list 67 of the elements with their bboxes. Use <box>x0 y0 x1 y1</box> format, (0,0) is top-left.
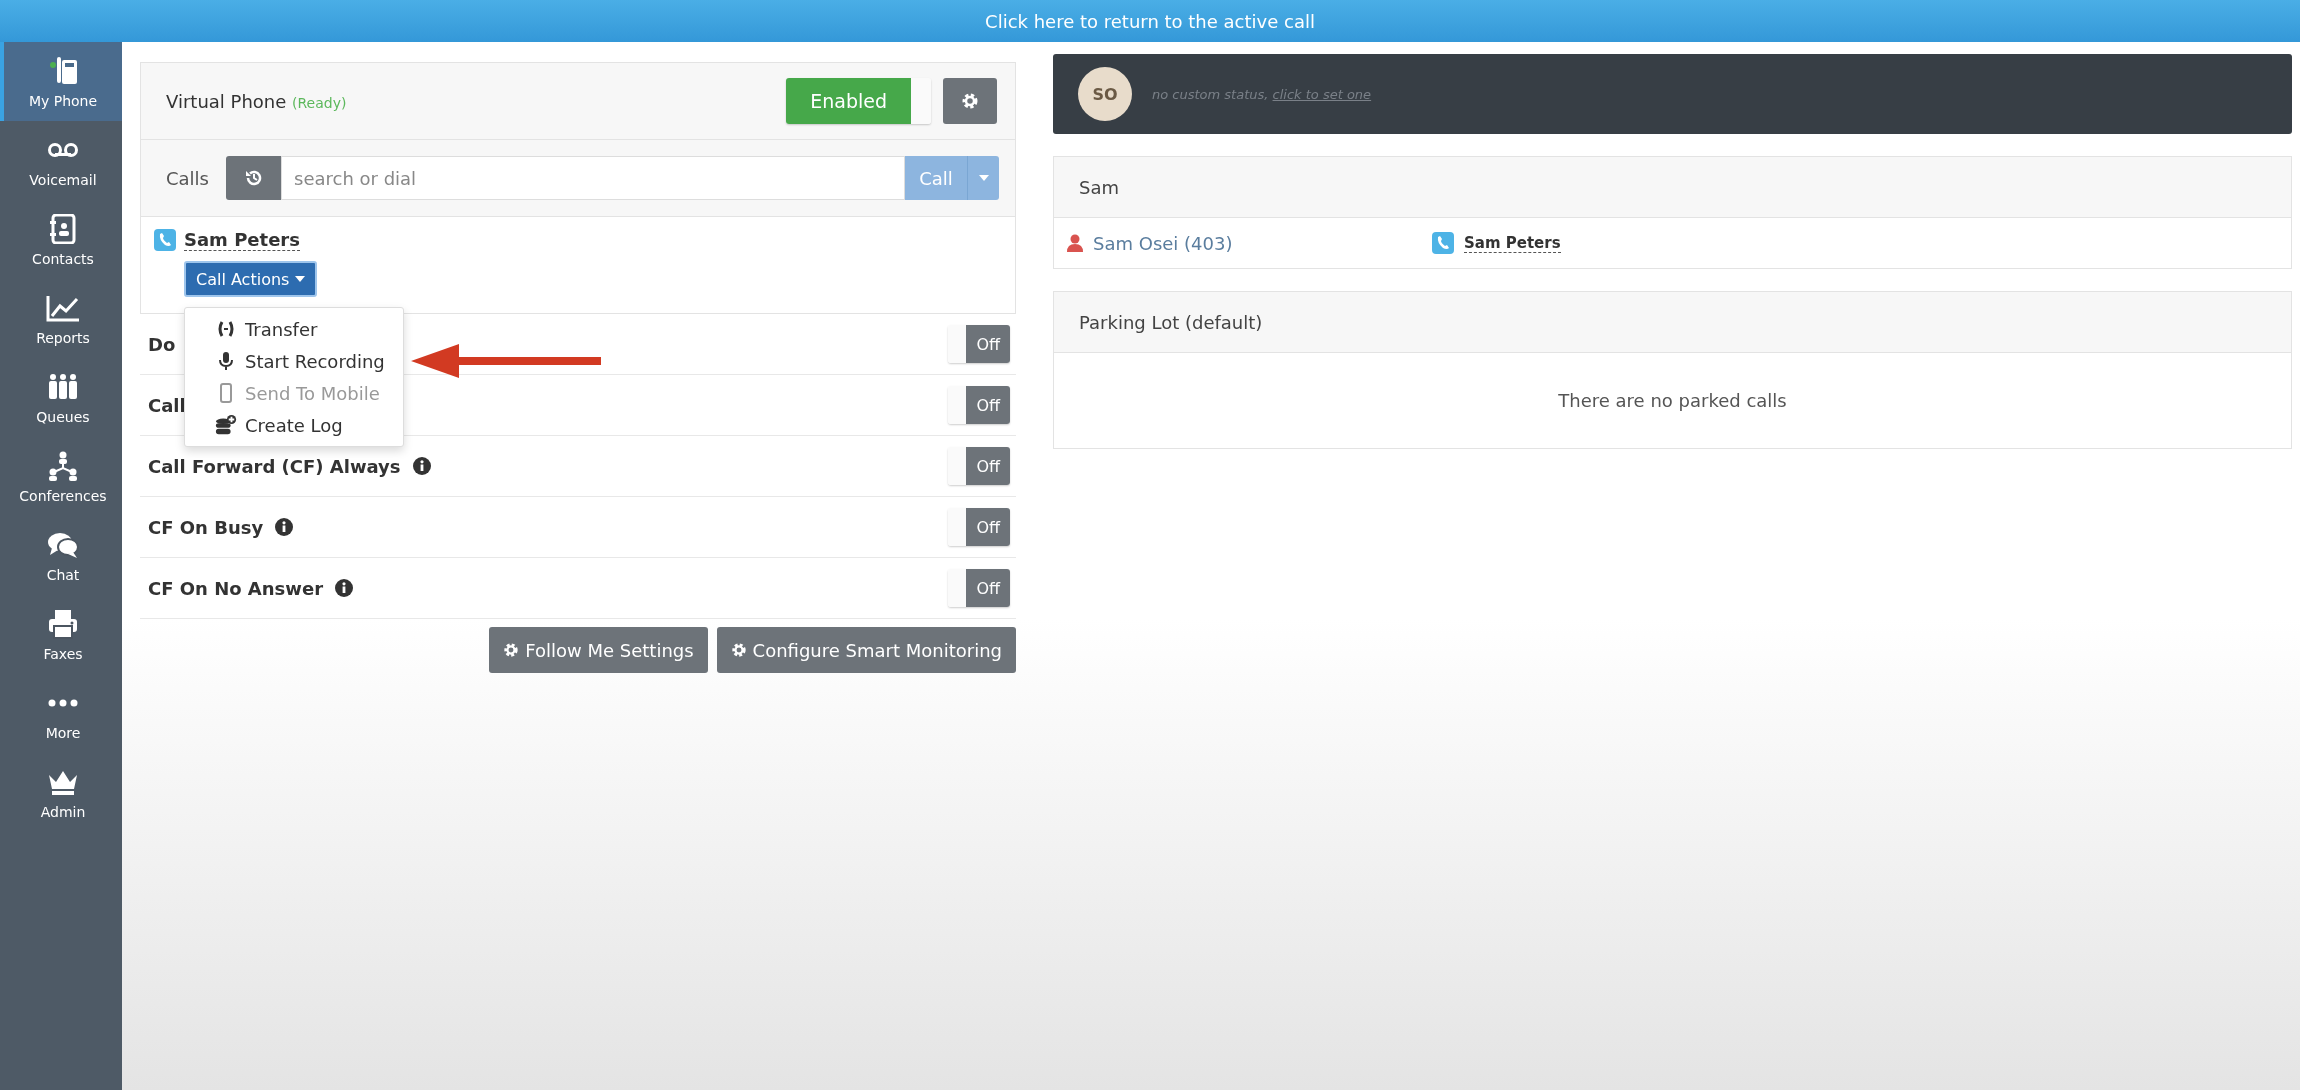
toggle-knob[interactable] <box>948 325 967 363</box>
menu-item[interactable]: Create Log <box>185 409 403 441</box>
microphone-icon <box>219 351 233 371</box>
toggle-knob[interactable] <box>948 386 967 424</box>
phone-icon <box>154 229 176 251</box>
toggle-knob[interactable] <box>948 447 967 485</box>
settings-button[interactable] <box>943 78 997 124</box>
desk-phone-icon <box>48 54 78 87</box>
member-link[interactable]: Sam Osei (403) <box>1093 232 1233 254</box>
toggle-knob[interactable] <box>948 508 967 546</box>
setting-label: Call Forward (CF) Always <box>148 455 401 477</box>
setting-toggle[interactable]: Off <box>966 569 1010 607</box>
setting-label: Call <box>148 394 186 416</box>
caller-name[interactable]: Sam Peters <box>1464 233 1561 253</box>
chat-icon <box>47 530 79 559</box>
sidebar-item[interactable]: Conferences <box>0 437 122 516</box>
setting-toggle[interactable]: Off <box>966 325 1010 363</box>
parking-title: Parking Lot (default) <box>1054 292 2291 353</box>
sidebar-item[interactable]: My Phone <box>0 42 122 121</box>
settings-action-button[interactable]: Configure Smart Monitoring <box>716 627 1016 673</box>
setting-toggle[interactable]: Off <box>966 447 1010 485</box>
setting-toggle[interactable]: Off <box>966 508 1010 546</box>
sidebar-item[interactable]: Reports <box>0 279 122 358</box>
mobile-icon <box>220 383 232 403</box>
address-book-icon <box>50 213 76 244</box>
group-title: Sam <box>1054 157 2291 218</box>
gear-icon <box>730 642 747 658</box>
search-or-dial-field[interactable]: search or dial <box>281 156 905 200</box>
database-plus-icon <box>215 413 237 437</box>
sidebar-item[interactable]: Contacts <box>0 200 122 279</box>
person-icon <box>1067 234 1083 252</box>
avatar: SO <box>1078 67 1132 121</box>
menu-item[interactable]: Start Recording <box>185 345 403 377</box>
gear-icon <box>503 642 520 658</box>
empty-message: There are no parked calls <box>1557 389 1788 413</box>
line-chart-icon <box>46 293 80 322</box>
voicemail-icon <box>47 141 79 158</box>
org-chart-icon <box>47 450 79 481</box>
sidebar-item[interactable]: More <box>0 674 122 753</box>
transfer-icon <box>217 320 235 338</box>
calls-label: Calls <box>166 167 210 189</box>
fax-icon <box>48 608 78 639</box>
phone-icon <box>1432 232 1454 254</box>
sidebar-item[interactable]: Chat <box>0 516 122 595</box>
toggle-knob[interactable] <box>948 569 967 607</box>
history-icon <box>243 168 264 188</box>
sidebar-item[interactable]: Queues <box>0 358 122 437</box>
setting-label: CF On Busy <box>148 516 264 538</box>
setting-label: Do <box>148 333 176 355</box>
gear-icon <box>961 92 979 110</box>
more-icon <box>48 698 78 707</box>
settings-action-button[interactable]: Follow Me Settings <box>489 627 708 673</box>
people-icon <box>47 372 79 401</box>
caret-icon <box>295 276 306 282</box>
sidebar-item[interactable]: Admin <box>0 753 122 832</box>
return-to-call-banner[interactable]: Click here to return to the active call <box>0 0 2300 42</box>
sidebar-item[interactable]: Faxes <box>0 595 122 674</box>
history-button[interactable] <box>226 156 281 200</box>
caller-name[interactable]: Sam Peters <box>184 229 300 251</box>
caret-icon <box>978 175 989 181</box>
setting-toggle[interactable]: Off <box>966 386 1010 424</box>
custom-status-text: no custom status, click to set one <box>1152 86 1372 102</box>
sidebar-item[interactable]: Voicemail <box>0 121 122 200</box>
call-actions-button[interactable]: Call Actions <box>184 261 318 297</box>
setting-label: CF On No Answer <box>148 577 324 599</box>
menu-item[interactable]: Transfer <box>185 313 403 345</box>
panel-title: Virtual Phone (Ready) <box>166 90 347 112</box>
